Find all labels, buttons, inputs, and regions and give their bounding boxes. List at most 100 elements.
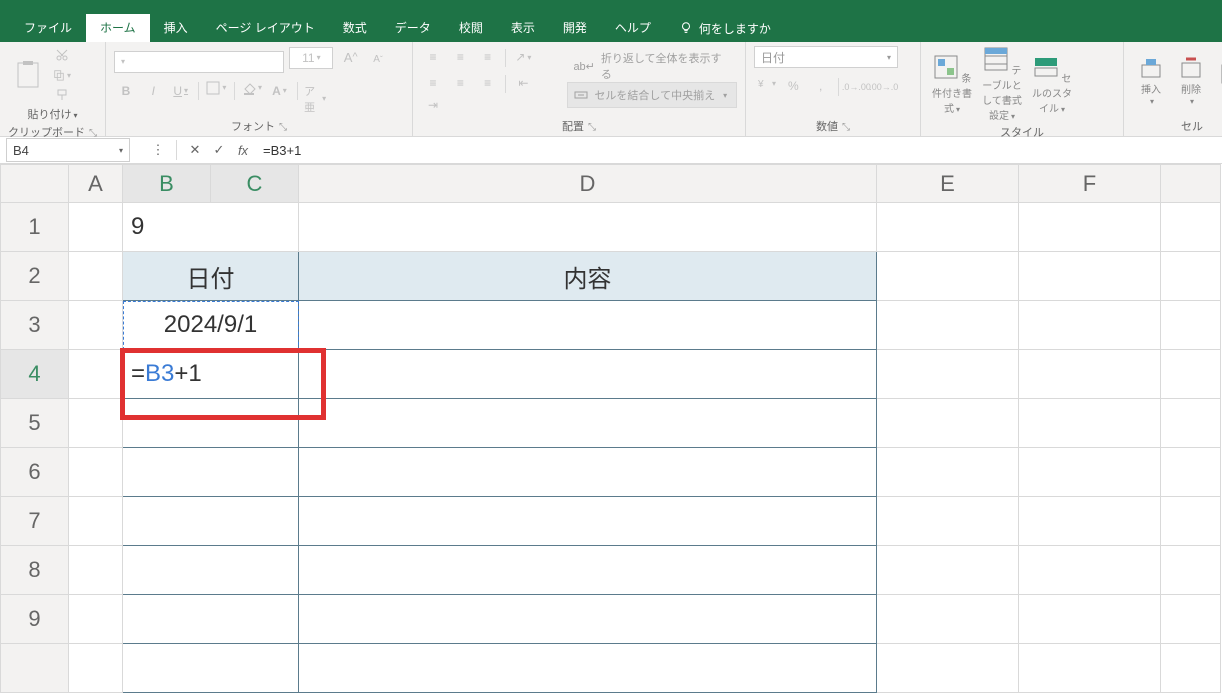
cell-E3[interactable]: [877, 301, 1019, 350]
formula-input[interactable]: =B3+1: [255, 143, 1222, 158]
cell-A5[interactable]: [69, 399, 123, 448]
indent-inc-button[interactable]: ⇥: [422, 94, 444, 116]
font-color-button[interactable]: A▾: [268, 80, 290, 102]
cell-BC6[interactable]: [123, 448, 299, 497]
cell-E6[interactable]: [877, 448, 1019, 497]
tab-review[interactable]: 校閲: [445, 14, 497, 42]
cell-G10[interactable]: [1161, 644, 1221, 693]
tab-view[interactable]: 表示: [497, 14, 549, 42]
inc-decimal-button[interactable]: .0→.00: [845, 76, 867, 98]
cell-BC10[interactable]: [123, 644, 299, 693]
enter-formula-button[interactable]: ✓: [207, 142, 231, 158]
name-box[interactable]: B4 ▾: [6, 138, 130, 162]
row-7[interactable]: 7: [1, 497, 69, 546]
tab-formulas[interactable]: 数式: [329, 14, 381, 42]
number-format-combo[interactable]: 日付▾: [754, 46, 898, 68]
name-box-dropdown-icon[interactable]: ▾: [119, 146, 123, 155]
tab-file[interactable]: ファイル: [10, 14, 86, 42]
cell-A1[interactable]: [69, 203, 123, 252]
cell-D8[interactable]: [299, 546, 877, 595]
cell-D3[interactable]: [299, 301, 877, 350]
format-painter-button[interactable]: [53, 86, 71, 104]
underline-button[interactable]: U▾: [170, 80, 192, 102]
indent-dec-button[interactable]: ⇤: [512, 72, 534, 94]
tab-help[interactable]: ヘルプ: [601, 14, 665, 42]
cell-G9[interactable]: [1161, 595, 1221, 644]
cell-A8[interactable]: [69, 546, 123, 595]
cell-G8[interactable]: [1161, 546, 1221, 595]
dec-decimal-button[interactable]: .00→.0: [873, 76, 895, 98]
cell-E8[interactable]: [877, 546, 1019, 595]
cell-G7[interactable]: [1161, 497, 1221, 546]
copy-button[interactable]: ▾: [53, 66, 71, 84]
cell-E1[interactable]: [877, 203, 1019, 252]
col-D[interactable]: D: [299, 165, 877, 203]
cell-D4[interactable]: [299, 350, 877, 399]
fx-button[interactable]: fx: [231, 143, 255, 158]
cell-G5[interactable]: [1161, 399, 1221, 448]
number-launcher-icon[interactable]: ⤡: [838, 122, 850, 133]
cell-D7[interactable]: [299, 497, 877, 546]
worksheet[interactable]: A B C D E F 1 9 2 日付 内容: [0, 164, 1222, 698]
tab-page-layout[interactable]: ページ レイアウト: [202, 14, 329, 42]
cell-F1[interactable]: [1019, 203, 1161, 252]
row-9[interactable]: 9: [1, 595, 69, 644]
cell-BC5[interactable]: [123, 399, 299, 448]
col-A[interactable]: A: [69, 165, 123, 203]
bold-button[interactable]: B: [115, 80, 137, 102]
italic-button[interactable]: I: [142, 80, 164, 102]
format-cells-button[interactable]: 書: [1212, 61, 1222, 102]
cell-BC9[interactable]: [123, 595, 299, 644]
cell-BC3[interactable]: 2024/9/1: [123, 301, 299, 350]
cell-F8[interactable]: [1019, 546, 1161, 595]
cell-E4[interactable]: [877, 350, 1019, 399]
phonetic-button[interactable]: ア亜▾: [304, 88, 326, 110]
col-B[interactable]: B: [123, 165, 211, 203]
cell-D9[interactable]: [299, 595, 877, 644]
fill-color-button[interactable]: ▾: [241, 77, 263, 99]
align-bottom-button[interactable]: ≡: [477, 46, 499, 68]
row-2[interactable]: 2: [1, 252, 69, 301]
accounting-button[interactable]: ¥▾: [755, 72, 777, 94]
cell-BC2[interactable]: 日付: [123, 252, 299, 301]
formula-options-icon[interactable]: ⋮: [146, 142, 170, 158]
orientation-button[interactable]: ↗▾: [512, 46, 534, 68]
row-6[interactable]: 6: [1, 448, 69, 497]
cell-G1[interactable]: [1161, 203, 1221, 252]
cell-E5[interactable]: [877, 399, 1019, 448]
align-middle-button[interactable]: ≡: [449, 46, 471, 68]
cell-A4[interactable]: [69, 350, 123, 399]
cell-E9[interactable]: [877, 595, 1019, 644]
cell-F10[interactable]: [1019, 644, 1161, 693]
grow-font-button[interactable]: A^: [340, 46, 362, 68]
cell-D5[interactable]: [299, 399, 877, 448]
cell-G6[interactable]: [1161, 448, 1221, 497]
font-size-combo[interactable]: 11▾: [289, 47, 333, 69]
cell-D2[interactable]: 内容: [299, 252, 877, 301]
tab-home[interactable]: ホーム: [86, 14, 150, 42]
cell-G4[interactable]: [1161, 350, 1221, 399]
tell-me-search[interactable]: 何をしますか: [665, 14, 785, 42]
cell-A6[interactable]: [69, 448, 123, 497]
cell-BC7[interactable]: [123, 497, 299, 546]
cell-F7[interactable]: [1019, 497, 1161, 546]
cell-D6[interactable]: [299, 448, 877, 497]
cut-button[interactable]: [53, 46, 71, 64]
cell-G3[interactable]: [1161, 301, 1221, 350]
row-3[interactable]: 3: [1, 301, 69, 350]
alignment-launcher-icon[interactable]: ⤡: [584, 122, 596, 133]
cell-F9[interactable]: [1019, 595, 1161, 644]
cell-F5[interactable]: [1019, 399, 1161, 448]
paste-button[interactable]: [8, 52, 48, 98]
row-10[interactable]: [1, 644, 69, 693]
cell-D10[interactable]: [299, 644, 877, 693]
align-right-button[interactable]: ≡: [477, 72, 499, 94]
row-8[interactable]: 8: [1, 546, 69, 595]
format-as-table-button[interactable]: テーブルとして書式設定▾: [979, 46, 1025, 122]
shrink-font-button[interactable]: Aˇ: [367, 48, 389, 70]
cancel-formula-button[interactable]: ✕: [183, 142, 207, 158]
align-top-button[interactable]: ≡: [422, 46, 444, 68]
tab-insert[interactable]: 挿入: [150, 14, 202, 42]
wrap-text-button[interactable]: ab↵ 折り返して全体を表示する: [567, 54, 737, 78]
align-left-button[interactable]: ≡: [422, 72, 444, 94]
